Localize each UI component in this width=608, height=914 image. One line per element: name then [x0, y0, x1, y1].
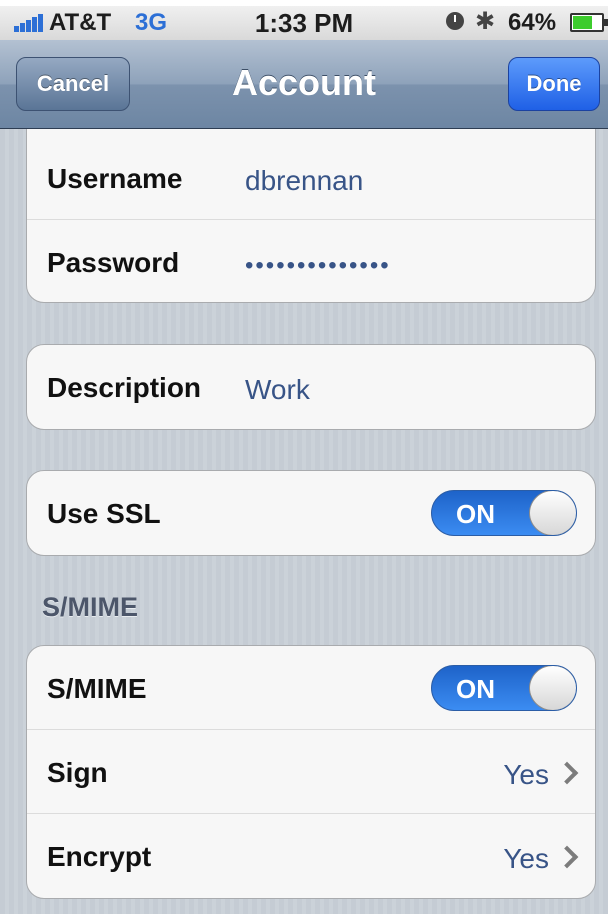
navigation-bar: Cancel Account Done	[0, 40, 608, 129]
chevron-right-icon	[555, 761, 579, 785]
description-label: Description	[47, 372, 202, 403]
username-label: Username	[47, 163, 183, 194]
username-value[interactable]: dbrennan	[245, 165, 363, 197]
ssl-group: Use SSL ON	[26, 470, 596, 556]
smime-toggle-state: ON	[456, 674, 495, 704]
bluetooth-icon: ✱	[475, 8, 496, 35]
status-bar: AT&T 3G 1:33 PM ✱ 64%	[0, 0, 608, 40]
top-edge	[0, 0, 608, 6]
chevron-right-icon	[555, 845, 579, 869]
password-label: Password	[47, 247, 180, 278]
encrypt-label: Encrypt	[47, 841, 152, 872]
ssl-row: Use SSL ON	[27, 471, 595, 555]
smime-group: S/MIME ON Sign Yes Encrypt Yes	[26, 645, 596, 899]
description-group: Description Work	[26, 344, 596, 430]
battery-icon	[570, 13, 608, 32]
sign-label: Sign	[47, 757, 108, 788]
description-value[interactable]: Work	[245, 374, 310, 406]
done-button[interactable]: Done	[508, 57, 600, 111]
ssl-toggle[interactable]: ON	[431, 490, 577, 536]
sign-row[interactable]: Sign Yes	[27, 730, 595, 814]
credentials-group: Username dbrennan Password •••••••••••••…	[26, 129, 596, 303]
smime-toggle[interactable]: ON	[431, 665, 577, 711]
battery-percent: 64%	[508, 9, 557, 36]
encrypt-value: Yes	[503, 843, 549, 874]
toggle-knob	[529, 666, 576, 710]
encrypt-row[interactable]: Encrypt Yes	[27, 814, 595, 898]
ssl-label: Use SSL	[47, 498, 161, 529]
ssl-toggle-state: ON	[456, 499, 495, 529]
smime-row: S/MIME ON	[27, 646, 595, 730]
toggle-knob	[529, 491, 576, 535]
password-value[interactable]: ••••••••••••••	[245, 252, 391, 280]
smime-section-header: S/MIME	[42, 592, 139, 622]
username-row[interactable]: Username dbrennan	[27, 136, 595, 220]
password-row[interactable]: Password ••••••••••••••	[27, 220, 595, 304]
sign-value: Yes	[503, 759, 549, 790]
description-row[interactable]: Description Work	[27, 345, 595, 429]
smime-label: S/MIME	[47, 673, 147, 704]
clock-lock-icon	[446, 12, 464, 30]
settings-content[interactable]: Username dbrennan Password •••••••••••••…	[0, 129, 608, 914]
